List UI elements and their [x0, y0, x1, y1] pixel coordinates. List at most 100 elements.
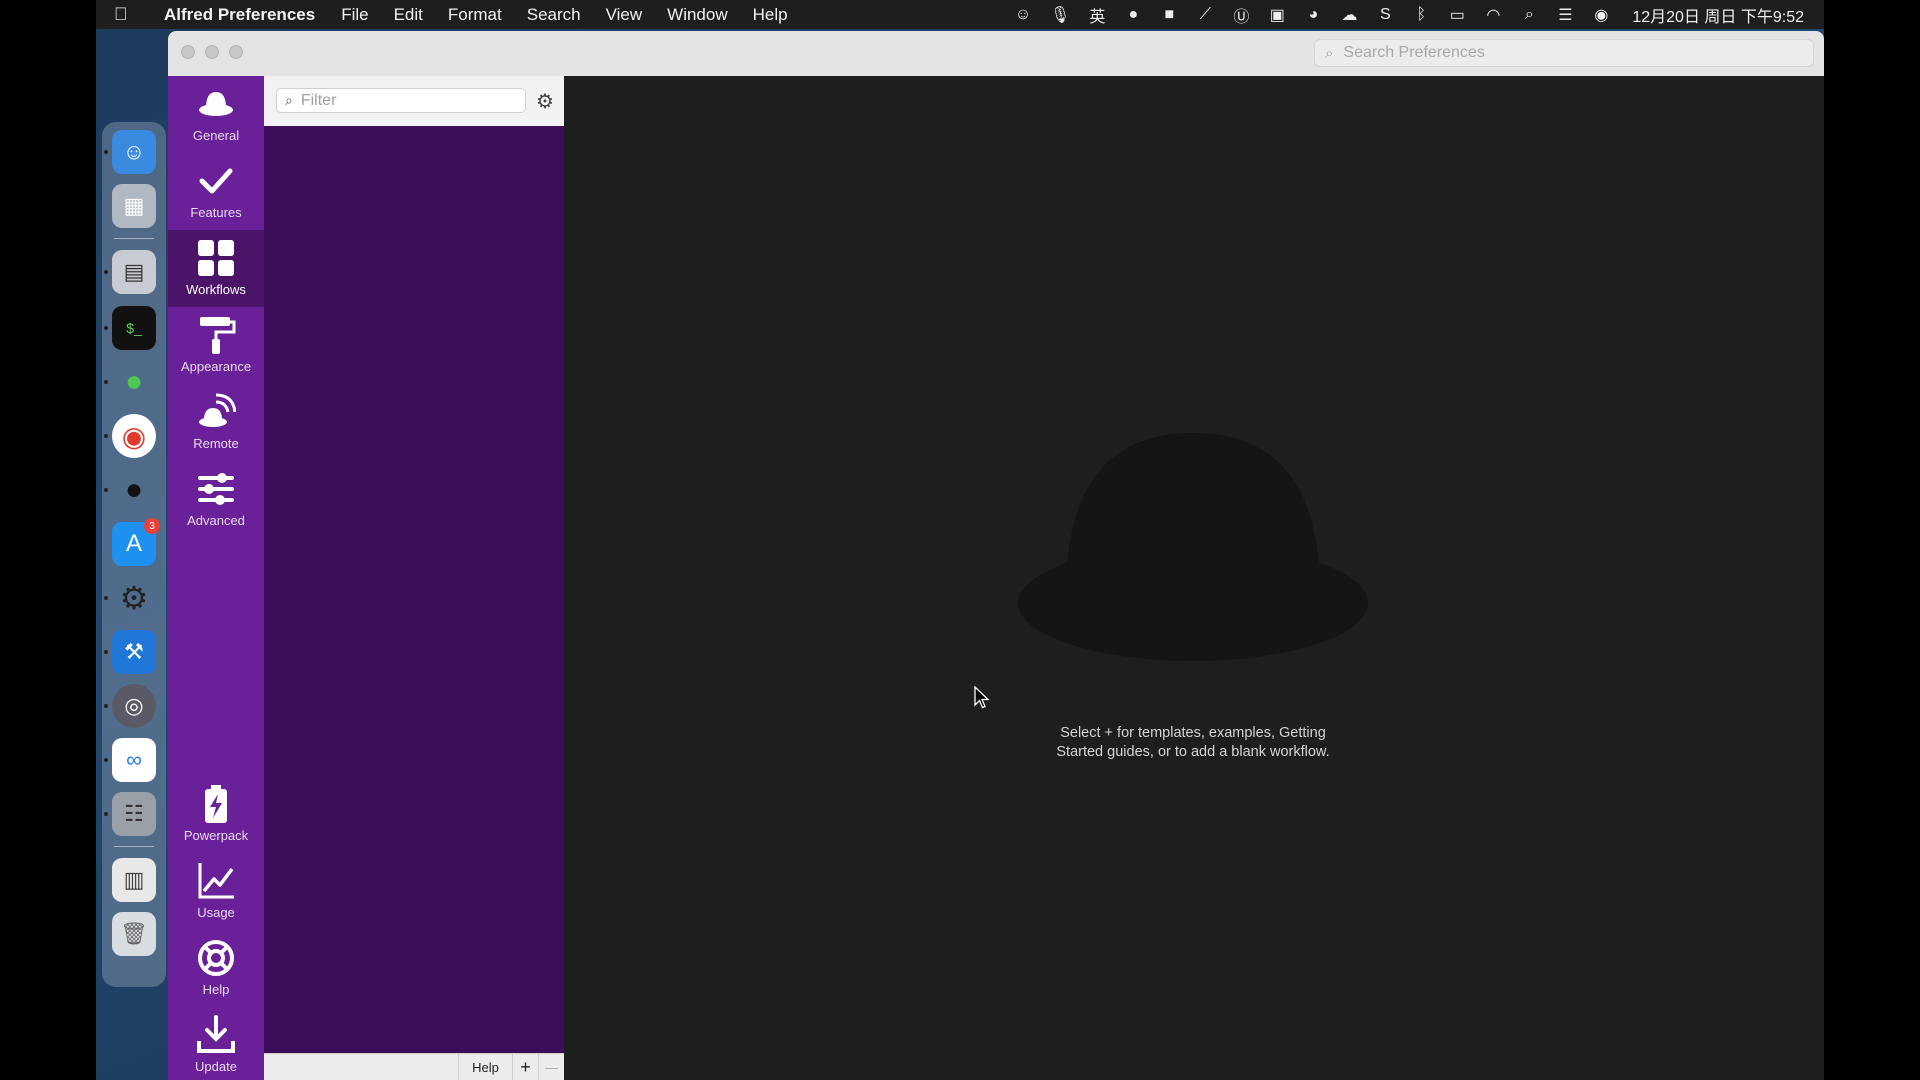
- s-tray-icon[interactable]: S: [1376, 6, 1394, 24]
- nav-label: Features: [190, 205, 242, 220]
- nav-general[interactable]: General: [168, 76, 264, 153]
- chart-icon: [196, 861, 236, 901]
- running-indicator: [104, 758, 108, 762]
- search-icon: ⌕: [1325, 44, 1334, 62]
- chrome-icon[interactable]: ◉: [112, 414, 156, 458]
- apple-menu-icon[interactable]: : [114, 4, 142, 25]
- nav-label: Powerpack: [183, 828, 249, 843]
- wifi-icon[interactable]: ◠: [1484, 5, 1502, 25]
- menu-edit[interactable]: Edit: [394, 5, 423, 25]
- alfred-preferences-window: ⌕ General Features Wor: [168, 31, 1824, 1080]
- alfred-preferences-icon[interactable]: ⚙: [112, 576, 156, 620]
- wechat-icon[interactable]: ●: [112, 360, 156, 404]
- gear-icon[interactable]: ⚙: [536, 89, 554, 114]
- menu-view[interactable]: View: [606, 5, 643, 25]
- running-indicator: [104, 812, 108, 816]
- automator-icon[interactable]: ☷: [112, 792, 156, 836]
- window-manager-icon[interactable]: ▤: [112, 250, 156, 294]
- qq-icon[interactable]: ●: [112, 468, 156, 512]
- menu-file[interactable]: File: [341, 5, 368, 25]
- search-icon: ⌕: [285, 92, 293, 108]
- finder-icon[interactable]: ☺: [112, 130, 156, 174]
- dock-separator: [114, 846, 154, 847]
- nav-label: Update: [195, 1059, 237, 1074]
- baidu-netdisk-icon[interactable]: ∞: [112, 738, 156, 782]
- tool-tray-icon[interactable]: ⟋: [1196, 6, 1214, 24]
- empty-state-line: Select + for templates, examples, Gettin…: [1060, 725, 1326, 741]
- menu-clock[interactable]: 12月20日 周日 下午9:52: [1632, 3, 1804, 27]
- download-icon: [196, 1015, 236, 1055]
- workflow-list-toolbar: Help + —: [264, 1053, 564, 1080]
- cloud-tray-icon[interactable]: ■: [1160, 6, 1178, 24]
- nav-appearance[interactable]: Appearance: [168, 307, 264, 384]
- filter-input[interactable]: [298, 90, 503, 111]
- zoom-button[interactable]: [229, 45, 243, 59]
- grid-icon: [196, 238, 236, 278]
- nav-remote[interactable]: Remote: [168, 384, 264, 461]
- downloads-stack-icon[interactable]: ▥: [112, 858, 156, 902]
- nav-advanced[interactable]: Advanced: [168, 461, 264, 538]
- app-store-icon[interactable]: A 3: [112, 518, 160, 566]
- menu-help[interactable]: Help: [753, 5, 788, 25]
- screen-record-icon[interactable]: ▣: [1268, 5, 1286, 25]
- bluetooth-icon[interactable]: ᛒ: [1412, 6, 1430, 24]
- siri-icon[interactable]: ◉: [1592, 5, 1610, 25]
- sliders-icon: [196, 469, 236, 509]
- launchpad-icon[interactable]: ▦: [112, 184, 156, 228]
- u-tray-icon[interactable]: Ⓤ: [1232, 3, 1250, 27]
- close-button[interactable]: [181, 45, 195, 59]
- running-indicator: [104, 488, 108, 492]
- xcode-icon[interactable]: ⚒: [112, 630, 156, 674]
- running-indicator: [104, 434, 108, 438]
- nav-workflows[interactable]: Workflows: [168, 230, 264, 307]
- mouse-cursor-icon: [974, 686, 990, 709]
- minimize-button[interactable]: [205, 45, 219, 59]
- nav-label: Usage: [197, 905, 235, 920]
- nav-label: Advanced: [187, 513, 245, 528]
- lifebuoy-icon: [196, 938, 236, 978]
- workflow-list-pane: ⌕ ⚙ Help + —: [264, 76, 564, 1080]
- menu-window[interactable]: Window: [667, 5, 727, 25]
- nav-powerpack[interactable]: Powerpack: [168, 776, 264, 853]
- terminal-icon[interactable]: $_: [112, 306, 156, 350]
- nav-usage[interactable]: Usage: [168, 853, 264, 930]
- nav-update[interactable]: Update: [168, 1007, 264, 1080]
- menu-format[interactable]: Format: [448, 5, 502, 25]
- filter-field[interactable]: ⌕: [276, 88, 526, 113]
- nav-features[interactable]: Features: [168, 153, 264, 230]
- running-indicator: [104, 596, 108, 600]
- status-area: ☺ 🎙 英 ● ■ ⟋ Ⓤ ▣ ◕ ☁ S ᛒ ▭ ◠ ⌕ ☰ ◉ 12月20日…: [1014, 0, 1804, 29]
- emoji-icon[interactable]: ☺: [1014, 6, 1032, 24]
- running-indicator: [104, 270, 108, 274]
- remote-icon: [196, 392, 236, 432]
- running-indicator: [104, 380, 108, 384]
- search-preferences-field[interactable]: ⌕: [1314, 39, 1814, 67]
- nav-label: Help: [202, 982, 230, 997]
- empty-state-line: Started guides, or to add a blank workfl…: [1056, 744, 1330, 760]
- microphone-icon[interactable]: 🎙: [1050, 5, 1070, 25]
- paint-roller-icon: [196, 315, 236, 355]
- input-method-indicator[interactable]: 英: [1088, 3, 1106, 27]
- title-bar: ⌕: [168, 31, 1824, 76]
- nav-label: Remote: [193, 436, 239, 451]
- battery-tray-icon[interactable]: ▭: [1448, 5, 1466, 25]
- dock: ☺ ▦ ▤ $_ ● ◉ ● A 3 ⚙ ⚒ ◎ ∞ ☷ ▥ 🗑: [102, 122, 166, 987]
- menu-app-name[interactable]: Alfred Preferences: [164, 5, 315, 25]
- add-workflow-button[interactable]: +: [512, 1054, 538, 1080]
- wechat-tray-icon[interactable]: ◕: [1304, 6, 1322, 24]
- filter-bar: ⌕ ⚙: [264, 76, 564, 126]
- help-button[interactable]: Help: [458, 1054, 512, 1080]
- nav-help[interactable]: Help: [168, 930, 264, 1007]
- nav-label: Appearance: [180, 359, 252, 374]
- video-editor-icon[interactable]: ◎: [112, 684, 156, 728]
- alfred-hat-tray-icon[interactable]: ☁: [1340, 5, 1358, 25]
- spotlight-icon[interactable]: ⌕: [1520, 6, 1538, 24]
- remove-workflow-button[interactable]: —: [538, 1054, 564, 1080]
- trash-icon[interactable]: 🗑: [112, 912, 156, 956]
- qq-tray-icon[interactable]: ●: [1124, 6, 1142, 24]
- control-center-icon[interactable]: ☰: [1556, 5, 1574, 25]
- search-preferences-input[interactable]: [1341, 43, 1786, 63]
- empty-state-message: Select + for templates, examples, Gettin…: [1018, 724, 1368, 762]
- menu-search[interactable]: Search: [527, 5, 581, 25]
- checkmark-icon: [196, 161, 236, 201]
